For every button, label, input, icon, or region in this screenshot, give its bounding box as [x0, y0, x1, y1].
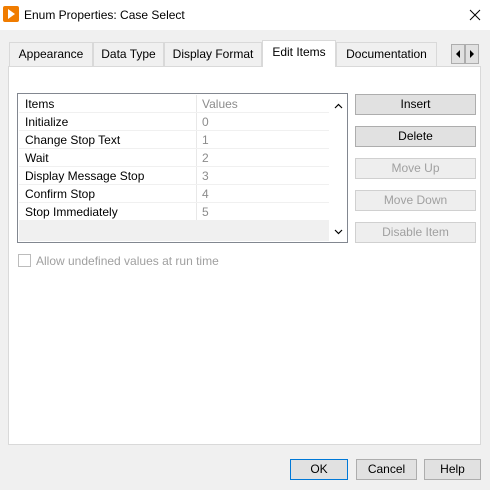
delete-button[interactable]: Delete [355, 126, 476, 147]
disable-item-button[interactable]: Disable Item [355, 222, 476, 243]
window-title: Enum Properties: Case Select [24, 8, 185, 22]
item-value: 3 [202, 169, 209, 183]
table-vertical-scrollbar[interactable] [330, 95, 347, 241]
header-items: Items [25, 97, 55, 111]
tab-data-type[interactable]: Data Type [93, 42, 164, 66]
ok-button[interactable]: OK [290, 459, 348, 480]
allow-undefined-label: Allow undefined values at run time [36, 254, 219, 268]
help-button[interactable]: Help [424, 459, 481, 480]
item-value: 2 [202, 151, 209, 165]
table-row[interactable]: Confirm Stop 4 [19, 185, 329, 203]
chevron-left-icon [456, 50, 460, 58]
item-name[interactable]: Change Stop Text [25, 133, 120, 147]
item-name[interactable]: Wait [25, 151, 49, 165]
tab-display-format[interactable]: Display Format [164, 42, 262, 66]
item-value: 5 [202, 205, 209, 219]
move-up-button[interactable]: Move Up [355, 158, 476, 179]
item-value: 4 [202, 187, 209, 201]
cancel-button[interactable]: Cancel [356, 459, 417, 480]
chevron-right-icon [470, 50, 474, 58]
item-name[interactable]: Confirm Stop [25, 187, 95, 201]
table-empty-area [19, 221, 329, 241]
tab-edit-items[interactable]: Edit Items [262, 40, 336, 67]
labview-run-arrow-icon [3, 6, 19, 22]
chevron-down-icon [334, 229, 343, 234]
table-row[interactable]: Wait 2 [19, 149, 329, 167]
close-button[interactable] [460, 0, 490, 30]
item-name[interactable]: Initialize [25, 115, 68, 129]
item-value: 0 [202, 115, 209, 129]
allow-undefined-checkbox[interactable] [18, 254, 31, 267]
table-row[interactable]: Initialize 0 [19, 113, 329, 131]
items-table[interactable]: Items Values Initialize 0 Change Stop Te… [17, 93, 348, 243]
tab-documentation[interactable]: Documentation [336, 42, 437, 66]
scroll-up-button[interactable] [330, 97, 347, 114]
item-name[interactable]: Display Message Stop [25, 169, 144, 183]
table-row[interactable]: Change Stop Text 1 [19, 131, 329, 149]
header-values: Values [202, 97, 238, 111]
insert-button[interactable]: Insert [355, 94, 476, 115]
scroll-down-button[interactable] [330, 223, 347, 240]
item-value: 1 [202, 133, 209, 147]
item-name[interactable]: Stop Immediately [25, 205, 118, 219]
title-bar: Enum Properties: Case Select [0, 0, 490, 30]
close-icon [469, 9, 481, 21]
table-row[interactable]: Display Message Stop 3 [19, 167, 329, 185]
move-down-button[interactable]: Move Down [355, 190, 476, 211]
table-header-row: Items Values [19, 95, 329, 113]
tab-scroll-right-button[interactable] [465, 44, 479, 64]
table-row[interactable]: Stop Immediately 5 [19, 203, 329, 221]
items-table-body: Items Values Initialize 0 Change Stop Te… [19, 95, 329, 221]
tab-appearance[interactable]: Appearance [9, 42, 93, 66]
chevron-up-icon [334, 103, 343, 108]
tab-scroll-left-button[interactable] [451, 44, 465, 64]
